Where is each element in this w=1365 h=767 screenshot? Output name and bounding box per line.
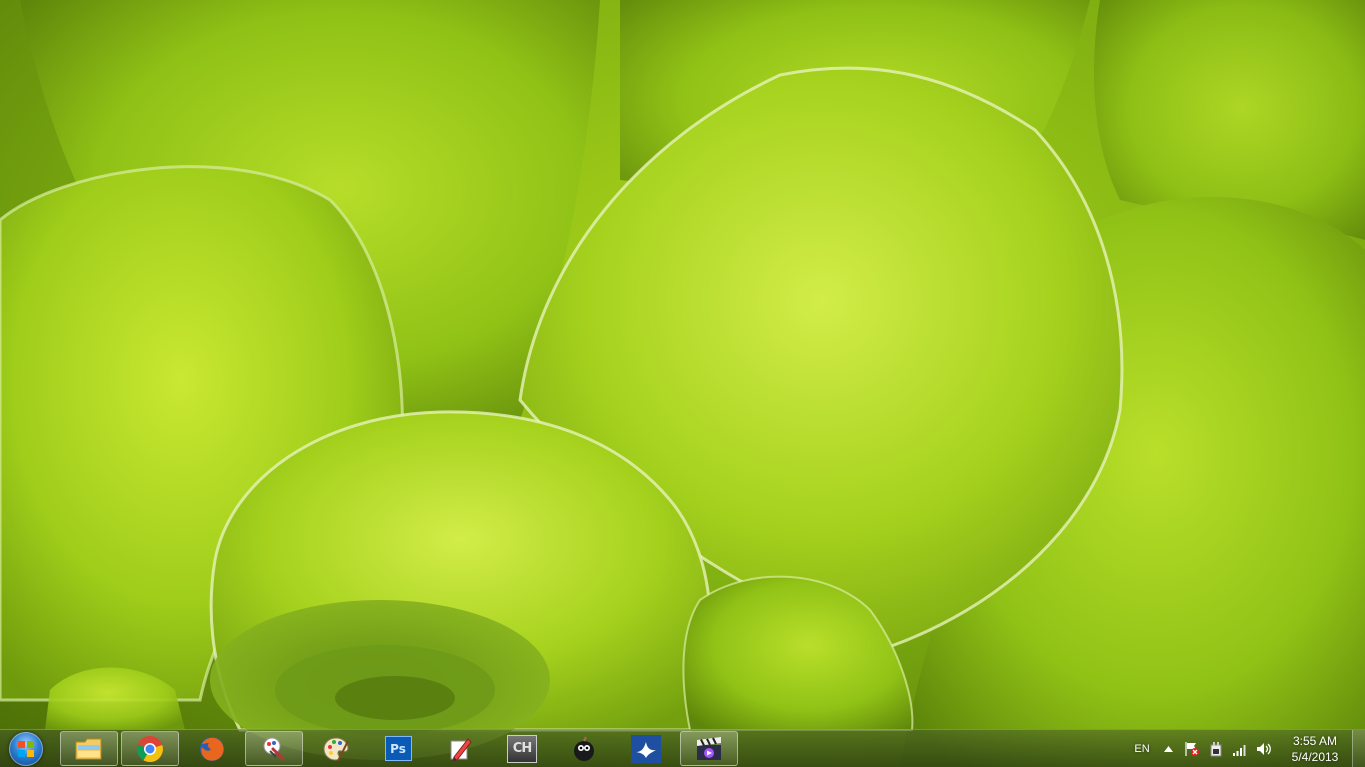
tray-volume[interactable] xyxy=(1255,730,1273,767)
ch-icon: CH xyxy=(507,734,537,763)
taskbar-button-bird-app[interactable] xyxy=(617,731,675,766)
taskbar-button-firefox[interactable] xyxy=(183,731,241,766)
show-hidden-icons-button[interactable] xyxy=(1160,730,1176,767)
folder-icon xyxy=(75,738,102,759)
taskbar: Ps CH EN 3:55 AM 5/4/2013 xyxy=(0,729,1365,767)
firefox-icon xyxy=(200,736,224,761)
action-center-flag-icon xyxy=(1185,742,1199,756)
taskbar-button-google-chrome[interactable] xyxy=(121,731,179,766)
tray-network[interactable] xyxy=(1231,730,1249,767)
taskbar-button-ch-app[interactable]: CH xyxy=(493,731,551,766)
language-label: EN xyxy=(1134,743,1150,755)
ch-label: CH xyxy=(512,741,532,756)
clock-time: 3:55 AM xyxy=(1292,734,1338,748)
language-indicator[interactable]: EN xyxy=(1132,730,1152,767)
bird-icon xyxy=(631,734,661,763)
clapperboard-icon xyxy=(697,736,721,760)
power-icon xyxy=(1210,742,1222,757)
taskbar-button-paint-tool[interactable] xyxy=(245,731,303,766)
pencil-icon xyxy=(450,737,472,762)
bomb-icon xyxy=(574,736,594,761)
taskbar-button-paint[interactable] xyxy=(307,731,365,766)
brush-icon xyxy=(263,737,285,760)
chrome-icon xyxy=(136,735,163,762)
wallpaper-image xyxy=(0,0,1365,767)
network-signal-icon xyxy=(1233,745,1246,756)
volume-icon xyxy=(1257,743,1271,755)
start-button[interactable] xyxy=(3,731,49,767)
show-hidden-icons-icon xyxy=(1163,746,1173,752)
tray-power[interactable] xyxy=(1207,730,1225,767)
show-desktop-button[interactable] xyxy=(1352,730,1365,767)
taskbar-button-bomb-game[interactable] xyxy=(555,731,613,766)
photoshop-icon: Ps xyxy=(384,736,412,761)
taskbar-button-photoshop[interactable]: Ps xyxy=(369,731,427,766)
clock-date: 5/4/2013 xyxy=(1291,750,1339,764)
desktop[interactable]: Ps CH EN 3:55 AM 5/4/2013 xyxy=(0,0,1365,767)
taskbar-button-drawing-app[interactable] xyxy=(431,731,489,766)
windows-start-orb-icon xyxy=(9,732,43,766)
photoshop-label: Ps xyxy=(390,741,406,756)
taskbar-button-movie-maker[interactable] xyxy=(680,731,738,766)
palette-icon xyxy=(323,736,349,761)
system-clock[interactable]: 3:55 AM 5/4/2013 xyxy=(1283,733,1347,765)
taskbar-button-windows-explorer[interactable] xyxy=(60,731,118,766)
tray-action-center[interactable] xyxy=(1183,730,1201,767)
